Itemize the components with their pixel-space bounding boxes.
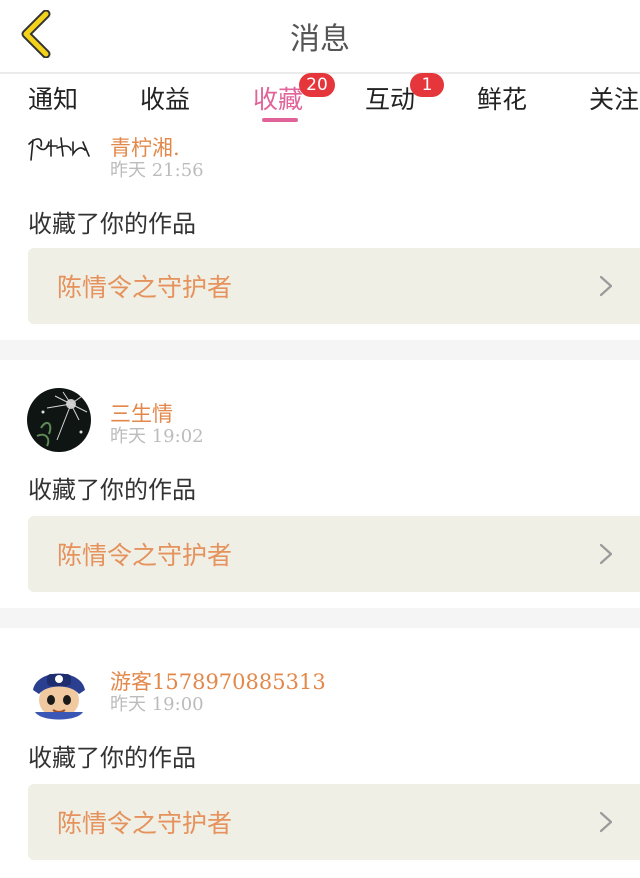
action-text: 收藏了你的作品 [28,210,196,238]
active-tab-indicator [262,118,298,122]
chevron-right-icon [599,543,613,565]
timestamp: 昨天 19:02 [110,426,204,447]
signature-avatar-image [28,137,90,161]
page-title: 消息 [290,22,350,57]
favorites-count-badge: 20 [299,73,335,97]
card-separator [0,340,640,360]
cartoon-avatar-image [27,660,91,724]
tab-favorites[interactable]: 收藏 20 [253,73,335,116]
interactions-count-badge: 1 [410,73,444,97]
action-text: 收藏了你的作品 [28,476,196,504]
avatar[interactable] [27,660,91,724]
work-title: 陈情令之守护者 [57,809,233,838]
card-separator [0,608,640,628]
tab-earnings[interactable]: 收益 [140,80,190,116]
work-link[interactable]: 陈情令之守护者 [28,248,640,324]
chevron-right-icon [599,811,613,833]
work-link[interactable]: 陈情令之守护者 [28,784,640,860]
tab-notifications[interactable]: 通知 [28,80,78,116]
tab-flowers[interactable]: 鲜花 [477,80,527,116]
tab-follows[interactable]: 关注 [589,80,639,116]
message-card: 三生情 昨天 19:02 收藏了你的作品 陈情令之守护者 [0,360,640,608]
action-text: 收藏了你的作品 [28,744,196,772]
timestamp: 昨天 19:00 [110,694,204,715]
work-title: 陈情令之守护者 [57,541,233,570]
work-title: 陈情令之守护者 [57,273,233,302]
dandelion-avatar-image [27,388,91,452]
avatar[interactable] [27,388,91,452]
chevron-right-icon [599,275,613,297]
tab-bar: 通知 收益 收藏 20 互动 1 鲜花 关注 [0,73,640,126]
timestamp: 昨天 21:56 [110,160,204,181]
app-header: 消息 [0,0,640,72]
tab-interactions[interactable]: 互动 1 [365,73,444,116]
message-card: 青柠湘. 昨天 21:56 收藏了你的作品 陈情令之守护者 [0,126,640,340]
work-link[interactable]: 陈情令之守护者 [28,516,640,592]
message-card: 游客1578970885313 昨天 19:00 收藏了你的作品 陈情令之守护者 [0,628,640,878]
avatar[interactable] [27,126,93,166]
